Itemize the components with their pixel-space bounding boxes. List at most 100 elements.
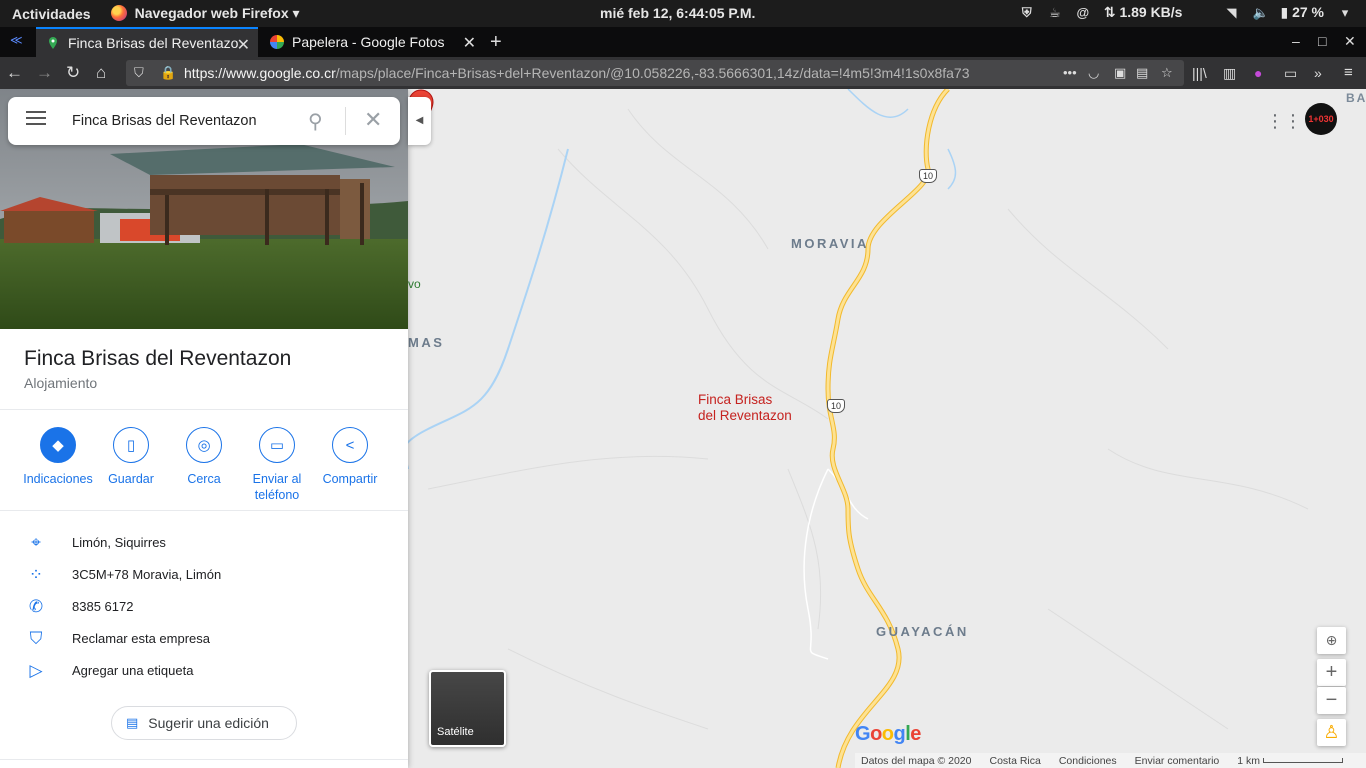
tab-strip: ≪ Finca Brisas del Reventazon ✕ Papelera… <box>0 27 1366 57</box>
action-label: Guardar <box>108 472 154 486</box>
feedback-link[interactable]: Enviar comentario <box>1135 755 1220 767</box>
route-10-shield: 10 <box>827 399 845 413</box>
tab-overflow-icon[interactable]: ≪ <box>10 33 23 47</box>
us-flag-icon[interactable]: ▤ <box>1136 65 1148 81</box>
share-button[interactable]: < Compartir <box>314 427 386 487</box>
map-data-credit[interactable]: Datos del mapa © 2020 <box>861 755 971 767</box>
phone-row[interactable]: ✆ 8385 6172 <box>0 591 408 623</box>
clock[interactable]: mié feb 12, 6:44:05 P.M. <box>600 5 755 21</box>
google-logo: Google <box>855 723 921 745</box>
label-icon: ▷ <box>29 661 43 680</box>
place-panel: Finca Brisas del Reventazon ⚲ ✕ Finca Br… <box>0 89 408 768</box>
tab-title: Papelera - Google Fotos <box>292 34 445 50</box>
pin-label[interactable]: Finca Brisas del Reventazon <box>698 392 792 424</box>
close-tab-icon[interactable]: ✕ <box>463 33 476 53</box>
action-label: Indicaciones <box>23 472 93 486</box>
satellite-toggle[interactable]: Satélite <box>429 670 506 747</box>
tab-maps[interactable]: Finca Brisas del Reventazon ✕ <box>36 27 258 57</box>
lock-icon[interactable]: 🔒 <box>160 65 176 81</box>
satellite-label: Satélite <box>437 726 474 738</box>
extension-icon[interactable]: ▣ <box>1114 65 1126 81</box>
hamburger-menu-icon[interactable]: ≡ <box>1344 64 1353 81</box>
country-link[interactable]: Costa Rica <box>989 755 1040 767</box>
comment-edit-icon: ▤ <box>126 715 139 730</box>
firefox-icon <box>110 5 127 21</box>
minimize-icon[interactable]: – <box>1292 33 1300 49</box>
coffee-tray-icon[interactable]: ☕ <box>1048 5 1062 20</box>
url-bar[interactable]: ⛉ 🔒 https://www.google.co.cr/maps/place/… <box>126 60 1184 86</box>
close-icon[interactable]: ✕ <box>364 107 382 133</box>
add-label-text: Agregar una etiqueta <box>72 663 194 678</box>
at-tray-icon[interactable]: @ <box>1076 5 1090 20</box>
network-speed[interactable]: ⇅ 1.89 KB/s <box>1104 4 1183 21</box>
directions-button[interactable]: ◆ Indicaciones <box>22 427 94 487</box>
page-actions-icon[interactable]: ••• <box>1063 65 1077 80</box>
address-text: Limón, Siquirres <box>72 535 166 550</box>
google-maps-favicon <box>49 37 57 49</box>
search-divider <box>345 107 346 135</box>
scale-bar[interactable]: 1 km <box>1237 755 1343 767</box>
map-label-vo: vo <box>408 277 421 291</box>
location-pin-icon: ⌖ <box>31 533 41 552</box>
map-label-moravia: MORAVIA <box>791 236 869 251</box>
search-icon[interactable]: ⚲ <box>308 109 323 134</box>
pocket-icon[interactable]: ◡ <box>1088 65 1099 81</box>
back-icon[interactable]: ← <box>6 63 23 83</box>
address-row[interactable]: ⌖ Limón, Siquirres <box>0 527 408 559</box>
tab-google-photos[interactable]: Papelera - Google Fotos ✕ <box>260 27 484 57</box>
search-input[interactable]: Finca Brisas del Reventazon <box>72 113 257 129</box>
app-name: Navegador web Firefox <box>134 5 289 21</box>
volume-icon[interactable]: 🔈 <box>1252 5 1268 20</box>
pegman-icon[interactable]: ♙ <box>1317 719 1346 746</box>
send-to-phone-button[interactable]: ▭ Enviar al teléfono <box>241 427 313 503</box>
close-window-icon[interactable]: ✕ <box>1344 33 1356 50</box>
forward-icon[interactable]: → <box>36 63 53 83</box>
plus-code-row[interactable]: ⁘ 3C5M+78 Moravia, Limón <box>0 559 408 591</box>
navigation-toolbar: ← → ↻ ⌂ ⛉ 🔒 https://www.google.co.cr/map… <box>0 57 1366 89</box>
close-tab-icon[interactable]: ✕ <box>237 35 250 55</box>
battery-indicator[interactable]: ▮ 27 % <box>1280 4 1324 21</box>
pin-label-line: del Reventazon <box>698 408 792 423</box>
addon-icon[interactable]: ● <box>1254 65 1262 81</box>
my-location-icon[interactable]: ⊕ <box>1317 627 1346 654</box>
account-avatar[interactable]: 1+030 <box>1305 103 1337 135</box>
app-menu[interactable]: Navegador web Firefox ▾ <box>110 5 300 22</box>
home-icon[interactable]: ⌂ <box>96 63 106 83</box>
save-button[interactable]: ▯ Guardar <box>95 427 167 487</box>
wifi-icon[interactable]: ◥ <box>1224 5 1238 20</box>
map-label-guayacan: GUAYACÁN <box>876 624 969 639</box>
shield-tray-icon[interactable]: ⛨ <box>1020 5 1034 20</box>
collapse-panel-button[interactable]: ◀ <box>408 97 431 145</box>
directions-icon: ◆ <box>40 427 76 463</box>
divider <box>0 409 408 410</box>
nearby-button[interactable]: ◎ Cerca <box>168 427 240 487</box>
bookmark-star-icon[interactable]: ☆ <box>1161 65 1173 81</box>
zoom-in-button[interactable]: + <box>1317 659 1346 686</box>
new-tab-button[interactable]: + <box>490 31 502 54</box>
send-to-phone-icon: ▭ <box>259 427 295 463</box>
suggest-edit-button[interactable]: ▤ Sugerir una edición <box>111 706 297 740</box>
claim-business-row[interactable]: ⛉ Reclamar esta empresa <box>0 623 408 655</box>
maximize-icon[interactable]: □ <box>1318 33 1326 49</box>
share-icon: < <box>332 427 368 463</box>
url-text[interactable]: https://www.google.co.cr/maps/place/Finc… <box>184 65 1034 81</box>
sidebar-icon[interactable]: ▥ <box>1223 65 1236 82</box>
map-canvas[interactable]: BA vo MAS MORAVIA GUAYACÁN 10 10 Finca B… <box>408 89 1366 768</box>
zoom-out-button[interactable]: − <box>1317 687 1346 714</box>
action-label: Enviar al teléfono <box>252 472 302 502</box>
place-category[interactable]: Alojamiento <box>24 375 97 391</box>
activities-button[interactable]: Actividades <box>12 6 91 22</box>
system-menu-icon[interactable]: ▾ <box>1338 5 1352 20</box>
tracking-shield-icon[interactable]: ⛉ <box>134 65 144 81</box>
claim-business-text: Reclamar esta empresa <box>72 631 210 646</box>
screenshot-icon[interactable]: ▭ <box>1284 65 1297 82</box>
suggest-edit-label: Sugerir una edición <box>148 715 269 731</box>
reload-icon[interactable]: ↻ <box>66 63 80 83</box>
library-icon[interactable]: |||\ <box>1192 65 1207 81</box>
map-footer: Datos del mapa © 2020 Costa Rica Condici… <box>855 753 1366 768</box>
add-label-row[interactable]: ▷ Agregar una etiqueta <box>0 655 408 687</box>
menu-icon[interactable] <box>26 111 46 129</box>
terms-link[interactable]: Condiciones <box>1059 755 1117 767</box>
system-top-bar: Actividades Navegador web Firefox ▾ mié … <box>0 0 1366 27</box>
overflow-menu-icon[interactable]: » <box>1314 65 1322 81</box>
